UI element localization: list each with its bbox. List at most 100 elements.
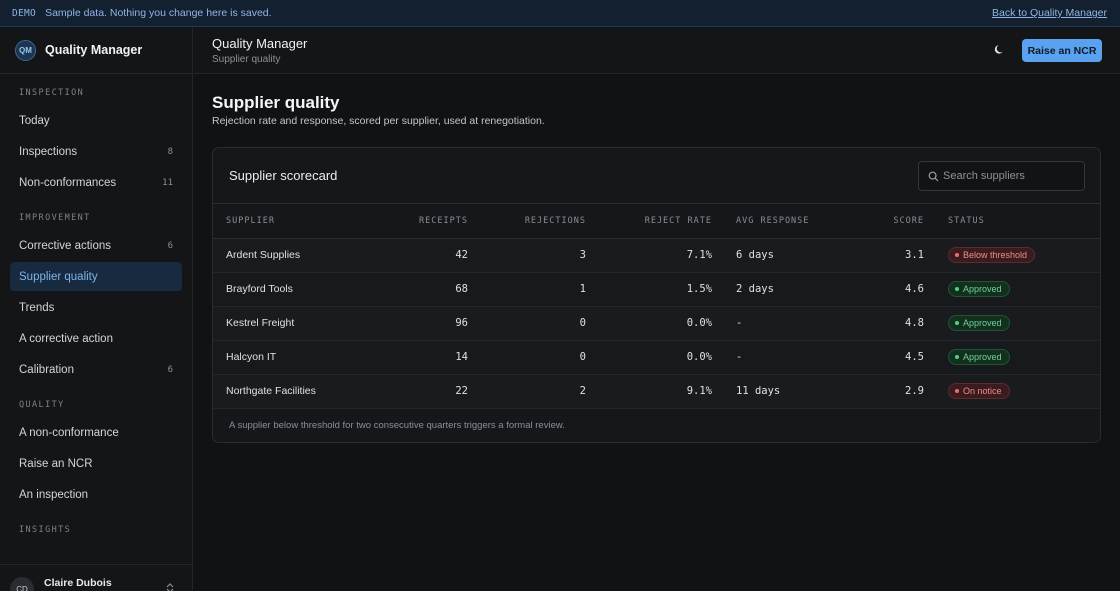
sidebar-item-raise-ncr[interactable]: Raise an NCR <box>10 449 182 478</box>
status-badge-label: Below threshold <box>963 250 1028 260</box>
status-badge: Approved <box>948 315 1010 331</box>
header-title: Quality Manager <box>212 36 308 51</box>
cell-rejections: 3 <box>468 238 586 273</box>
sidebar-item-label: A corrective action <box>19 332 113 345</box>
table-row[interactable]: Kestrel Freight 96 0 0.0% -4.8 Approved <box>213 306 1100 341</box>
cell-status: Approved <box>924 340 1100 375</box>
sidebar-item-today[interactable]: Today <box>10 106 182 135</box>
col-header-supplier[interactable]: SUPPLIER <box>213 204 396 239</box>
top-bar: Quality Manager Supplier quality Raise a… <box>194 27 1120 74</box>
cell-receipts: 22 <box>396 374 468 409</box>
brand[interactable]: QM Quality Manager <box>0 27 192 74</box>
cell-rejections: 0 <box>468 340 586 375</box>
cell-reject-rate: 0.0% <box>586 306 712 341</box>
sidebar-item-count: 6 <box>167 240 173 251</box>
card-header: Supplier scorecard <box>213 148 1100 204</box>
cell-supplier[interactable]: Northgate Facilities <box>213 374 396 409</box>
cell-supplier[interactable]: Ardent Supplies <box>213 238 396 273</box>
app-name: Quality Manager <box>45 43 143 57</box>
cell-reject-rate: 7.1% <box>586 238 712 273</box>
table-header-row: SUPPLIER RECEIPTS REJECTIONS REJECT RATE… <box>213 204 1100 239</box>
sidebar-item-corrective-actions[interactable]: Corrective actions 6 <box>10 231 182 260</box>
status-dot-icon <box>955 355 959 359</box>
raise-ncr-button[interactable]: Raise an NCR <box>1022 39 1102 62</box>
sidebar-item-label: Supplier quality <box>19 270 98 283</box>
sidebar-item-count: 11 <box>162 177 173 188</box>
sidebar-item-calibration[interactable]: Calibration 6 <box>10 355 182 384</box>
status-badge: On notice <box>948 383 1010 399</box>
scorecard-table: SUPPLIER RECEIPTS REJECTIONS REJECT RATE… <box>213 204 1100 409</box>
section-label-insights: INSIGHTS <box>19 525 72 535</box>
cell-avg-response: - <box>712 306 847 341</box>
status-badge: Below threshold <box>948 247 1036 263</box>
col-header-rejections[interactable]: REJECTIONS <box>468 204 586 239</box>
chevron-updown-icon <box>166 583 174 591</box>
cell-rejections: 2 <box>468 374 586 409</box>
col-header-score[interactable]: SCORE <box>847 204 924 239</box>
status-badge-label: On notice <box>963 386 1002 396</box>
sidebar-item-supplier-quality[interactable]: Supplier quality <box>10 262 182 291</box>
status-badge: Approved <box>948 281 1010 297</box>
cell-reject-rate: 1.5% <box>586 272 712 307</box>
cell-score: 3.1 <box>847 238 924 273</box>
cell-avg-response: 2 days <box>712 272 847 307</box>
supplier-scorecard-card: Supplier scorecard SUPPLIER RECEIPTS REJ… <box>212 147 1101 443</box>
user-menu[interactable]: CD Claire Dubois <box>0 564 192 591</box>
cell-rejections: 0 <box>468 306 586 341</box>
sidebar-item-label: Raise an NCR <box>19 457 93 470</box>
cell-score: 4.6 <box>847 272 924 307</box>
sidebar-item-trends[interactable]: Trends <box>10 293 182 322</box>
status-dot-icon <box>955 253 959 257</box>
cell-avg-response: 11 days <box>712 374 847 409</box>
cell-status: On notice <box>924 374 1100 409</box>
sidebar-item-label: A non-conformance <box>19 426 119 439</box>
col-header-reject-rate[interactable]: REJECT RATE <box>586 204 712 239</box>
cell-receipts: 68 <box>396 272 468 307</box>
sidebar-item-count: 6 <box>167 364 173 375</box>
avatar: CD <box>10 577 34 591</box>
col-header-status[interactable]: STATUS <box>924 204 1100 239</box>
col-header-avg-response[interactable]: AVG RESPONSE <box>712 204 847 239</box>
sidebar-item-a-non-conformance[interactable]: A non-conformance <box>10 418 182 447</box>
status-dot-icon <box>955 287 959 291</box>
cell-score: 2.9 <box>847 374 924 409</box>
back-to-app-link[interactable]: Back to Quality Manager <box>992 7 1107 19</box>
card-title: Supplier scorecard <box>229 168 338 183</box>
demo-banner: DEMO Sample data. Nothing you change her… <box>0 0 1120 27</box>
cell-rejections: 1 <box>468 272 586 307</box>
sidebar-item-label: Today <box>19 114 50 127</box>
table-row[interactable]: Halcyon IT 14 0 0.0% -4.5 Approved <box>213 340 1100 375</box>
table-body: Ardent Supplies 42 3 7.1% 6 days 3.1 Below thr… <box>213 238 1100 409</box>
cell-supplier[interactable]: Halcyon IT <box>213 340 396 375</box>
status-badge: Approved <box>948 349 1010 365</box>
moon-icon[interactable] <box>994 43 1006 55</box>
cell-status: Approved <box>924 272 1100 307</box>
table-row[interactable]: Brayford Tools 68 1 1.5% 2 days 4.6 Approved <box>213 272 1100 307</box>
cell-reject-rate: 9.1% <box>586 374 712 409</box>
header-breadcrumb: Supplier quality <box>212 54 281 65</box>
cell-status: Below threshold <box>924 238 1100 273</box>
sidebar-item-inspections[interactable]: Inspections 8 <box>10 137 182 166</box>
cell-score: 4.8 <box>847 306 924 341</box>
demo-message: Sample data. Nothing you change here is … <box>45 7 272 19</box>
cell-supplier[interactable]: Brayford Tools <box>213 272 396 307</box>
sidebar-item-label: Non-conformances <box>19 176 117 189</box>
sidebar-item-a-corrective-action[interactable]: A corrective action <box>10 324 182 353</box>
sidebar-item-label: An inspection <box>19 488 89 501</box>
table-row[interactable]: Northgate Facilities 22 2 9.1% 11 days 2.9 On … <box>213 374 1100 409</box>
search-input[interactable] <box>943 162 1081 190</box>
cell-receipts: 14 <box>396 340 468 375</box>
sidebar-item-an-inspection[interactable]: An inspection <box>10 480 182 509</box>
page-title: Supplier quality <box>212 93 340 112</box>
table-row[interactable]: Ardent Supplies 42 3 7.1% 6 days 3.1 Below thr… <box>213 238 1100 273</box>
app-logo: QM <box>15 39 36 61</box>
cell-score: 4.5 <box>847 340 924 375</box>
section-label-inspection: INSPECTION <box>19 88 85 98</box>
section-label-improvement: IMPROVEMENT <box>19 213 91 223</box>
col-header-receipts[interactable]: RECEIPTS <box>396 204 468 239</box>
cell-avg-response: - <box>712 340 847 375</box>
sidebar-item-non-conformances[interactable]: Non-conformances 11 <box>10 168 182 197</box>
sidebar-item-count: 8 <box>167 146 173 157</box>
cell-supplier[interactable]: Kestrel Freight <box>213 306 396 341</box>
cell-receipts: 42 <box>396 238 468 273</box>
